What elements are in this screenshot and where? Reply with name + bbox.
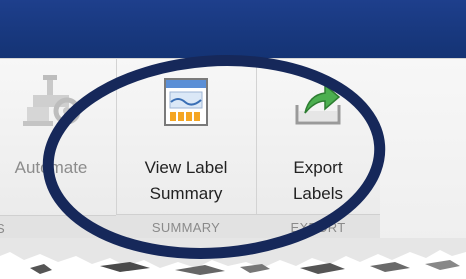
view-label-summary-label: View Label Summary <box>144 158 228 203</box>
automate-button[interactable]: Automate <box>0 67 116 217</box>
view-label-summary-button[interactable]: View Label Summary <box>116 67 256 217</box>
toolstrip-empty-area <box>380 59 466 241</box>
export-labels-label: Export Labels <box>292 158 344 203</box>
automate-label: Automate <box>14 158 88 177</box>
gear-robot-icon <box>21 73 81 134</box>
torn-edge-decoration <box>0 238 466 275</box>
summary-section: View Label Summary SUMMARY <box>116 59 257 241</box>
toolstrip: Automate S View Label Summary SUMMARY Ex… <box>0 58 466 241</box>
export-labels-button[interactable]: Export Labels <box>256 67 380 217</box>
screenshot-stage: Automate S View Label Summary SUMMARY Ex… <box>0 0 466 279</box>
automate-section: Automate S <box>0 59 117 241</box>
export-section-title: EXPORT <box>256 214 380 241</box>
export-section: Export Labels EXPORT <box>256 59 381 241</box>
summary-section-title: SUMMARY <box>116 214 256 241</box>
label-summary-icon <box>163 77 209 132</box>
export-arrow-icon <box>293 81 343 132</box>
title-band <box>0 0 466 58</box>
